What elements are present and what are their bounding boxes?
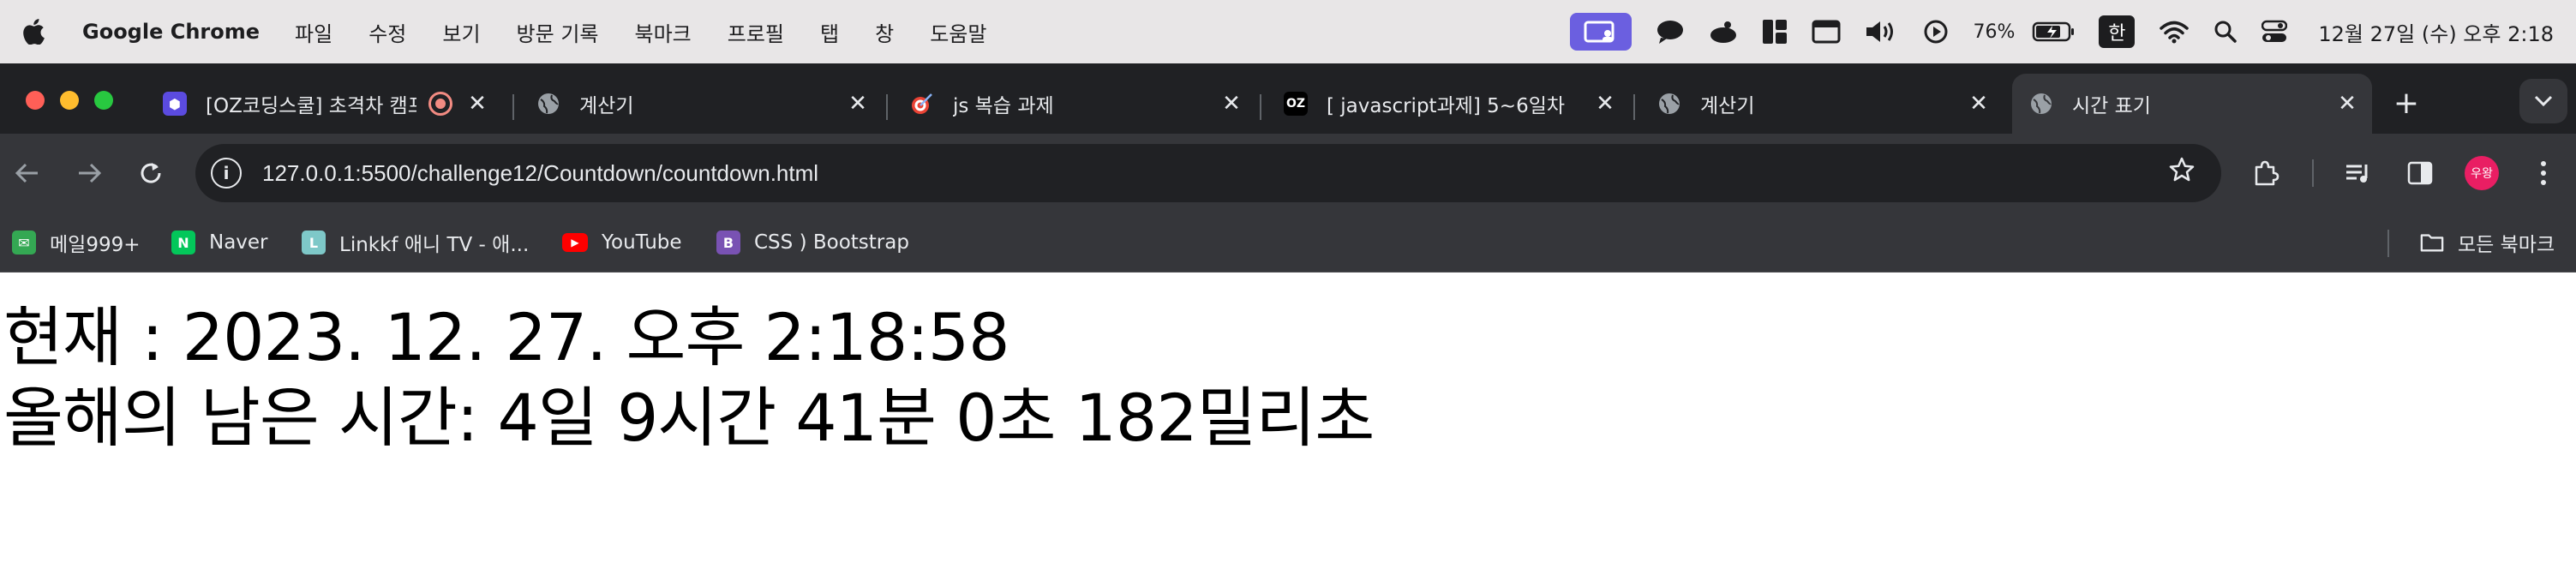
tab-strip: ⬢ [OZ코딩스쿨] 초격차 캠프 ✕ 계산기 ✕ js 복습 과제 ✕ OZ …	[0, 63, 2576, 134]
close-tab-icon[interactable]: ✕	[2334, 91, 2360, 117]
tab-search-button[interactable]	[2519, 79, 2567, 123]
minimize-window-button[interactable]	[60, 91, 79, 110]
browser-toolbar: i 127.0.0.1:5500/challenge12/Countdown/c…	[0, 134, 2576, 213]
spotlight-search-icon[interactable]	[2214, 13, 2238, 51]
menu-view[interactable]: 보기	[442, 17, 480, 47]
menu-file[interactable]: 파일	[295, 17, 332, 47]
window-layout-icon[interactable]	[1762, 13, 1788, 51]
recording-icon	[428, 92, 452, 116]
tab-title: 계산기	[579, 95, 634, 117]
folder-icon	[2420, 231, 2444, 255]
bookmark-label: 메일999+	[50, 234, 141, 256]
menubar-clock[interactable]: 12월 27일 (수) 오후 2:18	[2318, 13, 2554, 51]
tab-calculator-2[interactable]: 계산기 ✕	[1640, 74, 2004, 134]
input-method-label: 한	[2099, 15, 2136, 48]
bookmark-label: Linkkf 애니 TV - 애...	[339, 234, 530, 256]
apple-menu-icon[interactable]	[22, 19, 57, 45]
extensions-puzzle-icon[interactable]	[2245, 153, 2286, 194]
new-tab-button[interactable]: +	[2387, 84, 2425, 122]
menu-history[interactable]: 방문 기록	[517, 17, 599, 47]
bookmark-label: YouTube	[602, 231, 682, 254]
now-playing-icon[interactable]	[1923, 13, 1949, 51]
bookmark-label: CSS ) Bootstrap	[754, 231, 909, 254]
page-content: 현재 : 2023. 12. 27. 오후 2:18:58 올해의 남은 시간:…	[0, 273, 2576, 581]
address-bar[interactable]: i 127.0.0.1:5500/challenge12/Countdown/c…	[195, 144, 2221, 202]
side-panel-icon[interactable]	[2399, 153, 2441, 194]
close-tab-icon[interactable]: ✕	[1219, 91, 1244, 117]
tab-title: js 복습 과제	[953, 95, 1054, 117]
bookmark-label: Naver	[209, 231, 268, 254]
app-name[interactable]: Google Chrome	[82, 20, 260, 44]
tab-separator	[1260, 94, 1261, 120]
zoom-window-button[interactable]	[94, 91, 113, 110]
input-method-icon[interactable]: 한	[2099, 13, 2136, 51]
tab-separator	[1633, 94, 1635, 120]
site-info-icon[interactable]: i	[211, 158, 242, 189]
close-window-button[interactable]	[26, 91, 45, 110]
battery-percent: 76%	[1973, 21, 2016, 43]
tab-separator	[886, 94, 888, 120]
display-icon[interactable]	[1812, 13, 1841, 51]
youtube-icon: ▶	[562, 233, 588, 252]
menu-window[interactable]: 창	[875, 17, 894, 47]
all-bookmarks-label: 모든 북마크	[2458, 234, 2555, 256]
all-bookmarks-folder[interactable]: 모든 북마크	[2420, 225, 2555, 261]
tab-title: [ javascript과제] 5~6일차	[1327, 95, 1566, 117]
close-tab-icon[interactable]: ✕	[464, 91, 490, 117]
tab-calculator-1[interactable]: 계산기 ✕	[519, 74, 883, 134]
globe-icon	[536, 92, 560, 116]
oz-icon: OZ	[1284, 92, 1308, 116]
wifi-icon[interactable]	[2159, 13, 2190, 51]
target-icon	[910, 92, 934, 116]
chat-bubble-icon[interactable]	[1656, 13, 1685, 51]
naver-icon: N	[171, 231, 195, 255]
bookmark-naver[interactable]: N Naver	[171, 225, 268, 261]
menu-tab[interactable]: 탭	[820, 17, 839, 47]
menu-help[interactable]: 도움말	[930, 17, 986, 47]
bookmarks-separator	[2387, 230, 2389, 257]
control-center-icon[interactable]	[2261, 13, 2288, 51]
volume-icon[interactable]	[1865, 13, 1899, 51]
close-tab-icon[interactable]: ✕	[1966, 91, 1992, 117]
media-queue-icon[interactable]	[2338, 153, 2379, 194]
tab-separator	[512, 94, 514, 120]
tab-title: 시간 표기	[2072, 95, 2151, 117]
tab-oz-coding-school[interactable]: ⬢ [OZ코딩스쿨] 초격차 캠프 ✕	[146, 74, 502, 134]
tab-js-review[interactable]: js 복습 과제 ✕	[893, 74, 1256, 134]
profile-avatar[interactable]: 우왕	[2465, 156, 2499, 190]
toolbar-separator	[2312, 159, 2314, 187]
close-tab-icon[interactable]: ✕	[1592, 91, 1618, 117]
url-text[interactable]: 127.0.0.1:5500/challenge12/Countdown/cou…	[262, 160, 818, 187]
tab-title: 계산기	[1700, 95, 1755, 117]
battery-icon[interactable]	[2032, 13, 2075, 51]
reload-icon[interactable]	[130, 153, 171, 194]
tab-javascript-assignment[interactable]: OZ [ javascript과제] 5~6일차 ✕	[1267, 74, 1630, 134]
menu-profile[interactable]: 프로필	[728, 17, 784, 47]
bootstrap-icon: B	[716, 231, 740, 255]
bookmark-linkkf[interactable]: L Linkkf 애니 TV - 애...	[302, 225, 529, 261]
tab-time-display[interactable]: 시간 표기 ✕	[2012, 74, 2372, 134]
bookmarks-bar: ✉ 메일999+ N Naver L Linkkf 애니 TV - 애... ▶…	[0, 213, 2576, 273]
kebab-menu-icon[interactable]	[2523, 153, 2564, 194]
menu-bookmarks[interactable]: 북마크	[635, 17, 692, 47]
globe-icon	[1657, 92, 1681, 116]
close-tab-icon[interactable]: ✕	[845, 91, 871, 117]
tab-title: [OZ코딩스쿨] 초격차 캠프	[206, 95, 416, 117]
cloud-app-icon[interactable]	[1709, 13, 1738, 51]
oz-icon: ⬢	[163, 92, 187, 116]
forward-arrow-icon[interactable]	[69, 153, 110, 194]
remaining-time-text: 올해의 남은 시간: 4일 9시간 41분 0초 182밀리초	[3, 380, 1375, 456]
globe-icon	[2029, 92, 2053, 116]
mail-icon: ✉	[12, 231, 36, 255]
bookmark-mail[interactable]: ✉ 메일999+	[12, 225, 141, 261]
menu-edit[interactable]: 수정	[368, 17, 406, 47]
bookmark-bootstrap[interactable]: B CSS ) Bootstrap	[716, 225, 909, 261]
screen-share-icon[interactable]	[1570, 13, 1632, 51]
bookmark-youtube[interactable]: ▶ YouTube	[562, 225, 682, 261]
linkkf-icon: L	[302, 231, 326, 255]
bookmark-star-icon[interactable]	[2168, 156, 2196, 190]
macos-menubar: Google Chrome 파일 수정 보기 방문 기록 북마크 프로필 탭 창…	[0, 0, 2576, 63]
back-arrow-icon[interactable]	[7, 153, 48, 194]
